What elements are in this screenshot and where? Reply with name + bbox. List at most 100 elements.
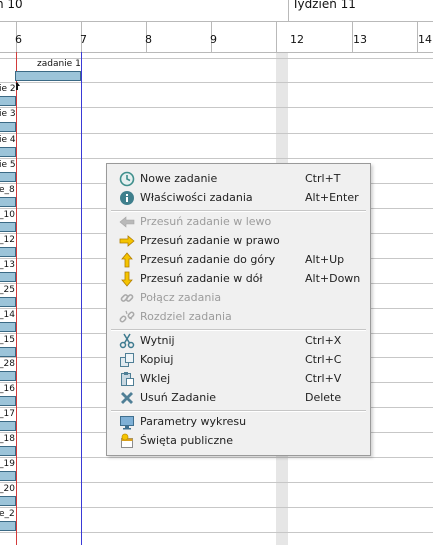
holiday-icon [121, 433, 133, 448]
menu-item-label: Wklej [140, 372, 171, 385]
menu-item-chart-settings[interactable]: Parametry wykresu [107, 412, 370, 431]
task-bar[interactable] [0, 347, 16, 357]
task-label: _16 [0, 384, 15, 395]
task-bar[interactable] [15, 71, 81, 81]
menu-item-move-up[interactable]: Przesuń zadanie do góry Alt+Up [107, 250, 370, 269]
menu-item-move-down[interactable]: Przesuń zadanie w dół Alt+Down [107, 269, 370, 288]
menu-item-copy[interactable]: Kopiuj Ctrl+C [107, 350, 370, 369]
task-bar[interactable] [0, 247, 16, 257]
task-label: e_2 [0, 509, 15, 520]
task-label: _25 [0, 285, 15, 296]
task-bar[interactable] [0, 371, 16, 381]
menu-item-public-holidays[interactable]: Święta publiczne [107, 431, 370, 450]
menu-item-label: Wytnij [140, 334, 175, 347]
row-gridline [0, 107, 433, 108]
paste-icon [121, 372, 134, 386]
task-bar[interactable] [0, 297, 16, 307]
task-label: _20 [0, 484, 15, 495]
context-menu: Nowe zadanie Ctrl+T Właściwości zadania … [106, 163, 371, 456]
menu-item-shortcut: Ctrl+V [305, 372, 342, 385]
row-gridline [0, 133, 433, 134]
week-divider [0, 21, 433, 22]
task-bar[interactable] [0, 172, 16, 182]
task-label: _18 [0, 434, 15, 445]
menu-item-label: Kopiuj [140, 353, 174, 366]
today-line [16, 52, 17, 545]
day-label: 6 [15, 33, 22, 46]
task-label: _10 [0, 210, 15, 221]
copy-icon [120, 353, 134, 367]
menu-item-label: Usuń Zadanie [140, 391, 217, 404]
day-label: 7 [80, 33, 87, 46]
unlink-icon [119, 310, 135, 323]
task-label: _13 [0, 260, 15, 271]
task-label: _12 [0, 235, 15, 246]
row-gridline [0, 82, 433, 83]
menu-item-task-properties[interactable]: Właściwości zadania Alt+Enter [107, 188, 370, 207]
task-label: _19 [0, 459, 15, 470]
task-bar[interactable] [0, 322, 16, 332]
menu-item-move-right[interactable]: Przesuń zadanie w prawo [107, 231, 370, 250]
menu-item-shortcut: Alt+Enter [305, 191, 359, 204]
task-bar[interactable] [0, 272, 16, 282]
task-bar[interactable] [0, 147, 16, 157]
task-bar[interactable] [0, 197, 16, 207]
task-label: ie 5 [0, 160, 16, 171]
menu-item-label: Przesuń zadanie w lewo [140, 215, 272, 228]
menu-item-label: Połącz zadania [140, 291, 222, 304]
menu-item-shortcut: Ctrl+X [305, 334, 342, 347]
task-bar[interactable] [0, 396, 16, 406]
menu-item-cut[interactable]: Wytnij Ctrl+X [107, 331, 370, 350]
week-label-10: n 10 [0, 0, 23, 11]
task-bar[interactable] [0, 222, 16, 232]
menu-item-label: Właściwości zadania [140, 191, 253, 204]
menu-item-label: Przesuń zadanie do góry [140, 253, 276, 266]
delete-icon [121, 392, 133, 404]
menu-item-label: Przesuń zadanie w dół [140, 272, 263, 285]
task-bar[interactable] [0, 471, 16, 481]
menu-item-label: Przesuń zadanie w prawo [140, 234, 280, 247]
task-label: _14 [0, 310, 15, 321]
day-tick [276, 22, 277, 52]
row-gridline [0, 482, 433, 483]
scissors-icon [119, 333, 135, 349]
arrow-down-icon [121, 271, 133, 287]
arrow-right-icon [119, 235, 135, 247]
arrow-up-icon [121, 252, 133, 268]
menu-item-new-task[interactable]: Nowe zadanie Ctrl+T [107, 169, 370, 188]
task-label: _15 [0, 335, 15, 346]
row-gridline [0, 507, 433, 508]
task-label: _17 [0, 409, 15, 420]
menu-item-unlink-tasks: Rozdziel zadania [107, 307, 370, 326]
week-separator [288, 0, 289, 22]
day-label: 13 [353, 33, 367, 46]
menu-item-label: Rozdziel zadania [140, 310, 232, 323]
menu-item-label: Święta publiczne [140, 434, 233, 447]
menu-item-paste[interactable]: Wklej Ctrl+V [107, 369, 370, 388]
menu-item-link-tasks: Połącz zadania [107, 288, 370, 307]
link-icon [120, 294, 134, 302]
clock-icon [119, 171, 135, 187]
arrow-left-icon [119, 216, 135, 228]
task-bar[interactable] [0, 96, 16, 106]
task-label: _28 [0, 359, 15, 370]
task-bar[interactable] [0, 446, 16, 456]
day-label: 9 [210, 33, 217, 46]
monitor-icon [120, 416, 134, 430]
task-label: zadanie 1 [37, 59, 81, 70]
task-bar[interactable] [0, 496, 16, 506]
menu-item-shortcut: Alt+Down [305, 272, 361, 285]
row-gridline [0, 457, 433, 458]
task-bar[interactable] [0, 421, 16, 431]
menu-item-label: Parametry wykresu [140, 415, 247, 428]
task-bar[interactable] [0, 122, 16, 132]
day-label: 14 [418, 33, 432, 46]
menu-item-shortcut: Ctrl+C [305, 353, 342, 366]
task-label: ie 3 [0, 109, 16, 120]
marker-line [81, 52, 82, 545]
task-label: ie 2 [0, 84, 16, 95]
task-bar[interactable] [0, 521, 16, 531]
menu-item-delete-task[interactable]: Usuń Zadanie Delete [107, 388, 370, 407]
info-icon [120, 191, 134, 205]
menu-item-move-left: Przesuń zadanie w lewo [107, 212, 370, 231]
